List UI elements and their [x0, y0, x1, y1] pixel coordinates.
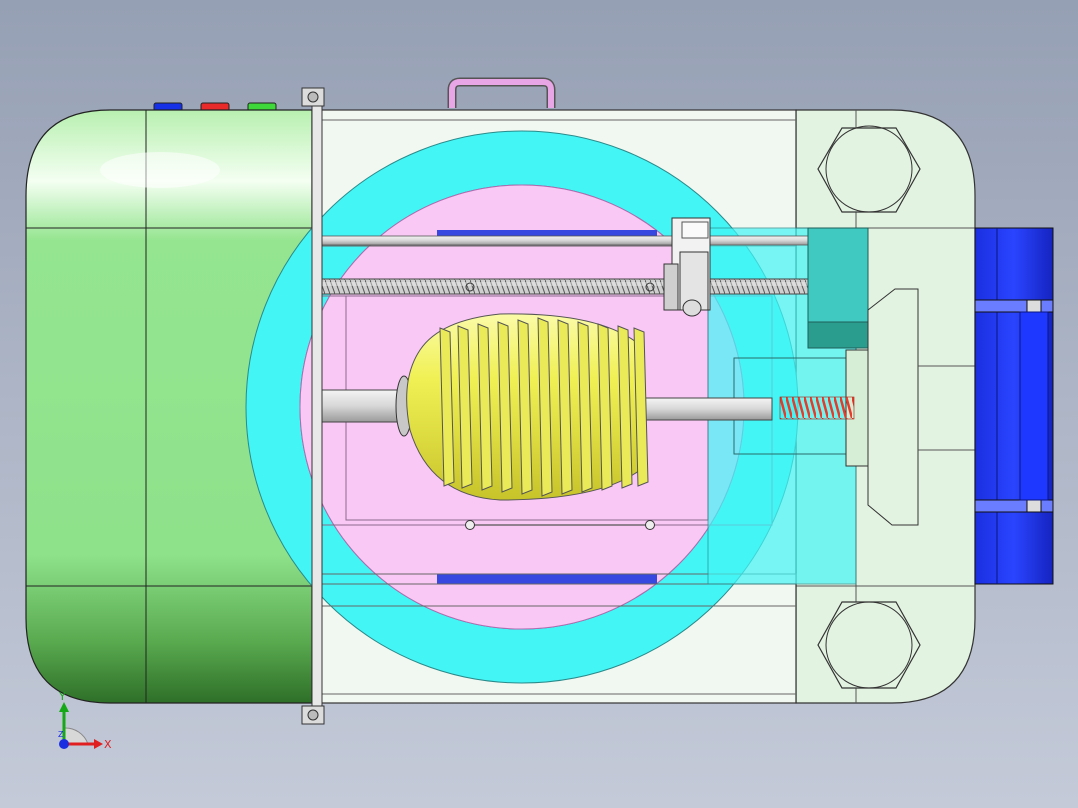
- compression-spring-icon: [779, 396, 855, 420]
- carry-handle: [447, 77, 556, 108]
- spiral-drum-icon: [406, 313, 649, 501]
- guide-rod: [311, 235, 811, 246]
- blue-motor: [974, 227, 1054, 585]
- axis-y-label: Y: [58, 690, 66, 703]
- axis-z-label: Z: [58, 730, 64, 739]
- cad-scene: Y X Z: [25, 77, 1054, 751]
- cad-viewport[interactable]: Y X Z: [0, 0, 1078, 808]
- teal-support: [807, 227, 869, 349]
- axis-x-label: X: [104, 738, 112, 751]
- lead-screw-icon: [311, 278, 809, 295]
